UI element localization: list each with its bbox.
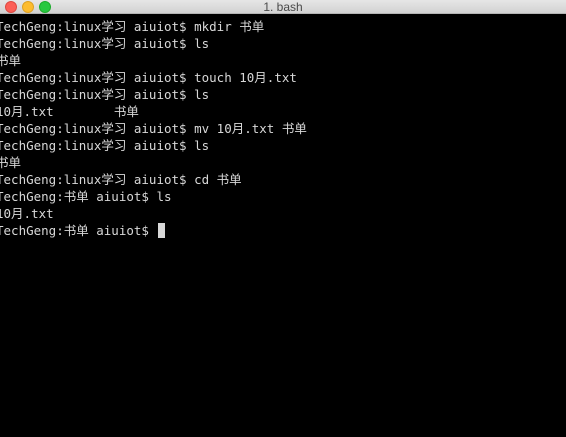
shell-prompt: TechGeng:书单 aiuiot$ xyxy=(0,223,149,238)
text-cursor xyxy=(158,223,166,238)
terminal-line: TechGeng:linux学习 aiuiot$ cd 书单 xyxy=(0,172,242,187)
terminal-line: TechGeng:linux学习 aiuiot$ mv 10月.txt 书单 xyxy=(0,121,307,136)
current-prompt-line[interactable]: TechGeng:书单 aiuiot$ xyxy=(0,222,566,239)
terminal-output[interactable]: TechGeng:linux学习 aiuiot$ mkdir 书单 TechGe… xyxy=(0,18,566,437)
title-bar[interactable]: 1. bash xyxy=(0,0,566,14)
terminal-line: TechGeng:书单 aiuiot$ ls xyxy=(0,189,172,204)
terminal-line: 10月.txt 书单 xyxy=(0,104,139,119)
terminal-line: 书单 xyxy=(0,53,22,68)
terminal-line: TechGeng:linux学习 aiuiot$ ls xyxy=(0,138,210,153)
terminal-line: TechGeng:linux学习 aiuiot$ ls xyxy=(0,87,210,102)
terminal-line: 10月.txt xyxy=(0,206,54,221)
terminal-line: TechGeng:linux学习 aiuiot$ mkdir 书单 xyxy=(0,19,265,34)
terminal-line: 书单 xyxy=(0,155,22,170)
terminal-window: 1. bash TechGeng:linux学习 aiuiot$ mkdir 书… xyxy=(0,0,566,437)
terminal-line: TechGeng:linux学习 aiuiot$ touch 10月.txt xyxy=(0,70,297,85)
terminal-line: TechGeng:linux学习 aiuiot$ ls xyxy=(0,36,210,51)
window-title: 1. bash xyxy=(263,0,303,14)
